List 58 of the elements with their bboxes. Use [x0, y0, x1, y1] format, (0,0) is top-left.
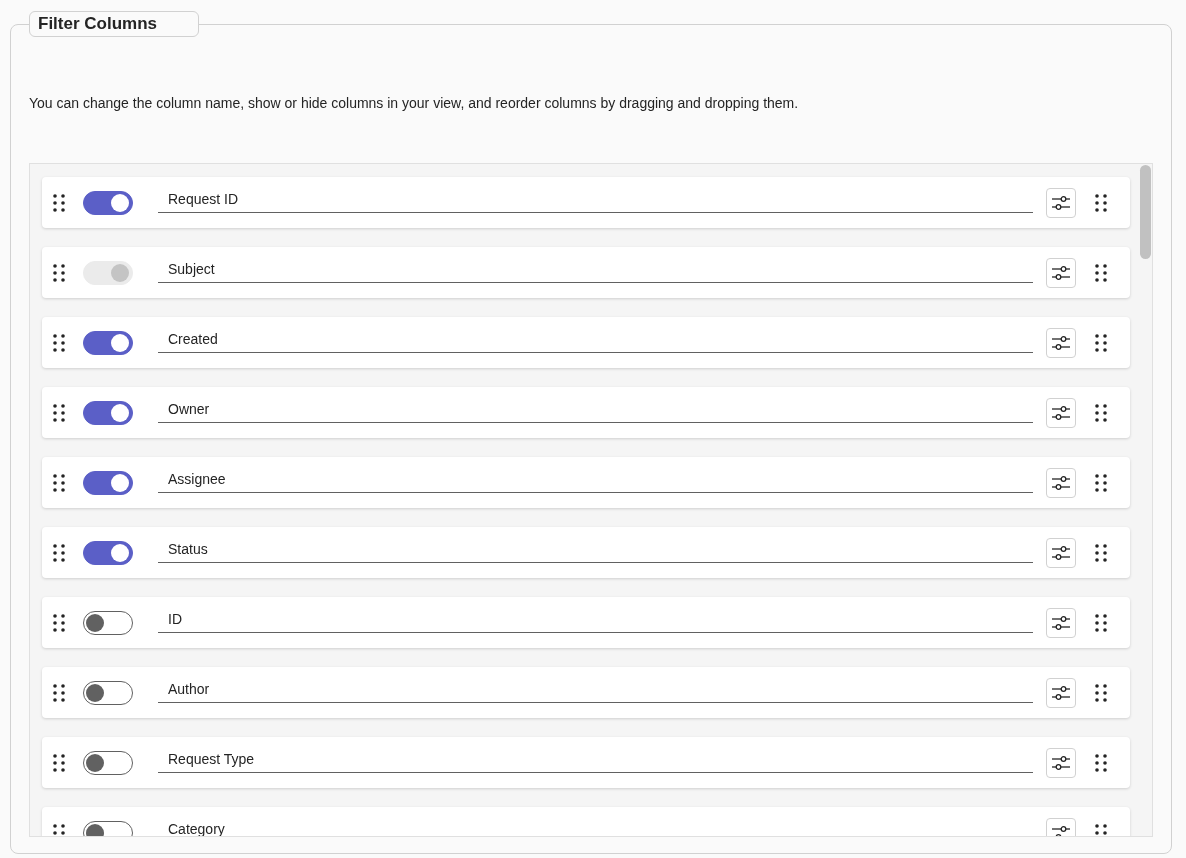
- column-settings-button[interactable]: [1046, 677, 1076, 708]
- drag-handle-icon[interactable]: [53, 403, 65, 422]
- drag-handle-icon[interactable]: [1095, 193, 1107, 212]
- column-settings-button[interactable]: [1046, 537, 1076, 568]
- visibility-toggle[interactable]: [83, 610, 133, 635]
- drag-handle-icon[interactable]: [53, 333, 65, 352]
- sliders-icon: [1051, 754, 1071, 771]
- drag-handle-icon[interactable]: [1095, 333, 1107, 352]
- visibility-toggle[interactable]: [83, 540, 133, 565]
- drag-handle-icon[interactable]: [1095, 263, 1107, 282]
- column-settings-button[interactable]: [1046, 467, 1076, 498]
- sliders-icon: [1051, 264, 1071, 281]
- drag-handle-icon[interactable]: [53, 193, 65, 212]
- drag-handle-icon[interactable]: [1095, 473, 1107, 492]
- sliders-icon: [1051, 194, 1071, 211]
- drag-handle-icon[interactable]: [1095, 823, 1107, 836]
- column-card[interactable]: ID: [42, 597, 1130, 648]
- column-settings-button[interactable]: [1046, 747, 1076, 778]
- column-card[interactable]: Request ID: [42, 177, 1130, 228]
- visibility-toggle[interactable]: [83, 750, 133, 775]
- sliders-icon: [1051, 474, 1071, 491]
- column-settings-button[interactable]: [1046, 327, 1076, 358]
- drag-handle-icon[interactable]: [53, 613, 65, 632]
- sliders-icon: [1051, 684, 1071, 701]
- sliders-icon: [1051, 614, 1071, 631]
- column-card[interactable]: Status: [42, 527, 1130, 578]
- drag-handle-icon[interactable]: [1095, 683, 1107, 702]
- sliders-icon: [1051, 334, 1071, 351]
- visibility-toggle[interactable]: [83, 680, 133, 705]
- column-card[interactable]: Request Type: [42, 737, 1130, 788]
- panel-title: Filter Columns: [29, 11, 199, 37]
- panel-description: You can change the column name, show or hide columns in your view, and reorder columns by dragging and dropping them.: [29, 94, 800, 113]
- drag-handle-icon[interactable]: [1095, 753, 1107, 772]
- column-card[interactable]: Owner: [42, 387, 1130, 438]
- drag-handle-icon[interactable]: [53, 753, 65, 772]
- sliders-icon: [1051, 544, 1071, 561]
- column-settings-button[interactable]: [1046, 187, 1076, 218]
- sliders-icon: [1051, 404, 1071, 421]
- drag-handle-icon[interactable]: [1095, 543, 1107, 562]
- drag-handle-icon[interactable]: [53, 823, 65, 836]
- drag-handle-icon[interactable]: [1095, 403, 1107, 422]
- visibility-toggle[interactable]: [83, 330, 133, 355]
- drag-handle-icon[interactable]: [53, 263, 65, 282]
- visibility-toggle[interactable]: [83, 470, 133, 495]
- drag-handle-icon[interactable]: [53, 473, 65, 492]
- column-settings-button[interactable]: [1046, 607, 1076, 638]
- column-card[interactable]: Category: [42, 807, 1130, 836]
- column-settings-button[interactable]: [1046, 397, 1076, 428]
- drag-handle-icon[interactable]: [53, 543, 65, 562]
- scrollbar-thumb[interactable]: [1140, 165, 1151, 259]
- visibility-toggle[interactable]: [83, 190, 133, 215]
- column-card[interactable]: Created: [42, 317, 1130, 368]
- column-card[interactable]: Author: [42, 667, 1130, 718]
- column-settings-button[interactable]: [1046, 257, 1076, 288]
- drag-handle-icon[interactable]: [1095, 613, 1107, 632]
- visibility-toggle[interactable]: [83, 400, 133, 425]
- drag-handle-icon[interactable]: [53, 683, 65, 702]
- column-card[interactable]: Assignee: [42, 457, 1130, 508]
